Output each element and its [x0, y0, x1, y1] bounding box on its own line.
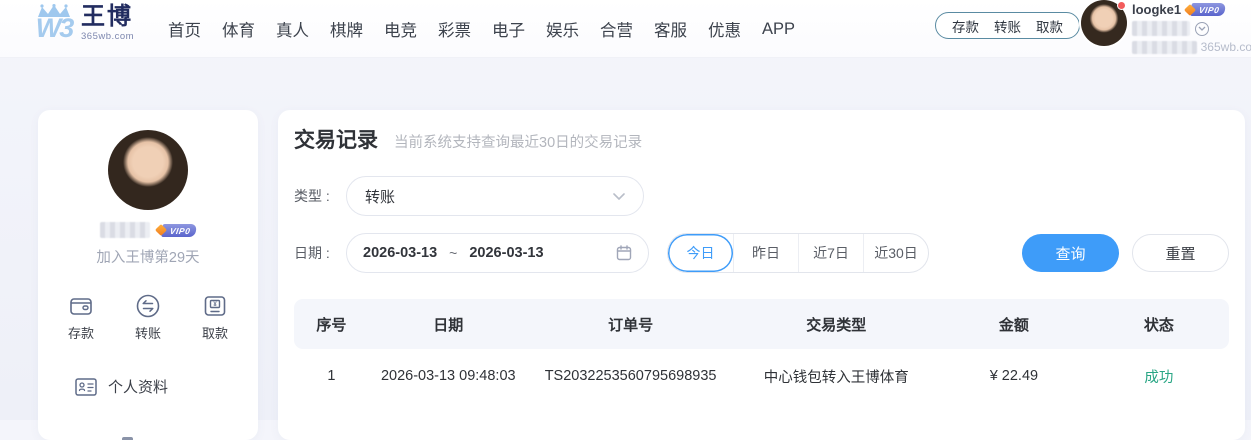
header-transfer-link[interactable]: 转账 [994, 16, 1021, 36]
sidebar-vip-badge: VIP0 [154, 223, 198, 237]
wallet-actions-pill: 存款 转账 取款 [935, 12, 1080, 39]
withdraw-icon: ¥ [204, 296, 226, 316]
col-type: 交易类型 [806, 316, 867, 334]
type-select[interactable]: 转账 [346, 176, 644, 216]
type-select-value: 转账 [365, 188, 396, 206]
blurred-domain-label [1132, 40, 1197, 54]
col-order-no: 订单号 [608, 316, 654, 334]
brand-logo[interactable]: W3 王博 365wb.com [35, 4, 134, 42]
calendar-icon [616, 245, 632, 261]
logo-mark: W3 [35, 4, 74, 43]
table-row: 1 2026-03-13 09:48:03 TS2032253560795698… [294, 349, 1229, 403]
reset-button[interactable]: 重置 [1132, 234, 1229, 272]
brand-domain: 365wb.com [81, 30, 135, 42]
date-range-input[interactable]: 2026-03-13 ~ 2026-03-13 [346, 233, 649, 273]
cell-type: 中心钱包转入王博体育 [763, 369, 909, 386]
cell-order-no: TS2032253560795698935 [544, 368, 717, 384]
range-yesterday-button[interactable]: 昨日 [733, 234, 798, 272]
nav-esports[interactable]: 电竞 [384, 17, 417, 41]
top-header: W3 王博 365wb.com 首页 体育 真人 棋牌 电竞 彩票 电子 娱乐 … [0, 0, 1251, 58]
nav-sports[interactable]: 体育 [222, 17, 255, 41]
quick-range-group: 今日 昨日 近7日 近30日 [667, 233, 929, 273]
profile-sidebar: VIP0 加入王博第29天 存款 转账 ¥ 取款 个人资料 [38, 110, 258, 440]
col-index: 序号 [316, 316, 347, 334]
sidebar-deposit-label: 存款 [68, 326, 95, 341]
col-amount: 金额 [998, 316, 1029, 334]
date-start-value: 2026-03-13 [363, 245, 438, 261]
nav-live[interactable]: 真人 [276, 17, 309, 41]
header-user-info[interactable]: loogke1 VIP0 365wb.com [1132, 2, 1251, 54]
date-filter-label: 日期 : [294, 245, 330, 261]
type-filter-label: 类型 : [294, 188, 330, 204]
blurred-sidebar-username [99, 222, 150, 238]
header-deposit-link[interactable]: 存款 [952, 16, 979, 36]
join-days-text: 加入王博第29天 [96, 250, 200, 266]
range-today-button[interactable]: 今日 [668, 234, 733, 272]
date-end-value: 2026-03-13 [469, 245, 544, 261]
main-nav: 首页 体育 真人 棋牌 电竞 彩票 电子 娱乐 合营 客服 优惠 APP [168, 0, 795, 58]
sidebar-withdraw-label: 取款 [201, 326, 228, 341]
nav-support[interactable]: 客服 [654, 17, 687, 41]
search-button[interactable]: 查询 [1022, 234, 1119, 272]
nav-board-games[interactable]: 棋牌 [330, 17, 363, 41]
header-withdraw-link[interactable]: 取款 [1036, 16, 1063, 36]
sidebar-transfer-label: 转账 [134, 326, 161, 341]
nav-app[interactable]: APP [762, 20, 795, 39]
sidebar-avatar [108, 130, 188, 210]
nav-affiliate[interactable]: 合营 [600, 17, 633, 41]
logo-w3-text: W3 [35, 13, 74, 43]
nav-lottery[interactable]: 彩票 [438, 17, 471, 41]
sidebar-profile-label: 个人资料 [108, 379, 169, 396]
page-subtitle: 当前系统支持查询最近30日的交易记录 [394, 135, 643, 151]
cell-date: 2026-03-13 09:48:03 [380, 368, 516, 384]
nav-slots[interactable]: 电子 [492, 17, 525, 41]
sidebar-transfer-action[interactable]: 转账 [135, 293, 161, 342]
wallet-icon [70, 298, 92, 315]
page-title: 交易记录 [294, 129, 378, 152]
brand-name: 王博 [81, 2, 133, 30]
range-30days-button[interactable]: 近30日 [863, 234, 928, 272]
sidebar-item-profile[interactable]: 个人资料 [38, 376, 258, 397]
date-range-separator: ~ [449, 245, 458, 261]
vip-badge: VIP0 [1184, 3, 1227, 16]
user-site-domain: 365wb.com [1200, 40, 1251, 54]
transfer-icon [136, 294, 160, 318]
chevron-down-icon [613, 192, 625, 200]
cell-index: 1 [327, 368, 336, 384]
blurred-balance [1132, 21, 1190, 36]
nav-promotions[interactable]: 优惠 [708, 17, 741, 41]
transaction-records-panel: 交易记录 当前系统支持查询最近30日的交易记录 类型 : 转账 日期 : 202… [278, 110, 1245, 440]
nav-home[interactable]: 首页 [168, 17, 201, 41]
range-7days-button[interactable]: 近7日 [798, 234, 863, 272]
col-date: 日期 [433, 316, 464, 334]
sidebar-withdraw-action[interactable]: ¥ 取款 [202, 293, 228, 342]
cell-status: 成功 [1144, 369, 1174, 386]
transactions-table: 序号 日期 订单号 交易类型 金额 状态 1 2026-03-13 09:48:… [294, 299, 1229, 403]
username: loogke1 [1132, 2, 1182, 17]
expand-chevron-icon[interactable] [1195, 21, 1209, 36]
col-status: 状态 [1143, 316, 1174, 334]
id-card-icon [75, 377, 97, 396]
table-header-row: 序号 日期 订单号 交易类型 金额 状态 [294, 299, 1229, 349]
notification-dot [1117, 1, 1126, 10]
sidebar-deposit-action[interactable]: 存款 [68, 293, 94, 342]
cell-amount: ¥ 22.49 [989, 368, 1039, 384]
nav-entertainment[interactable]: 娱乐 [546, 17, 579, 41]
